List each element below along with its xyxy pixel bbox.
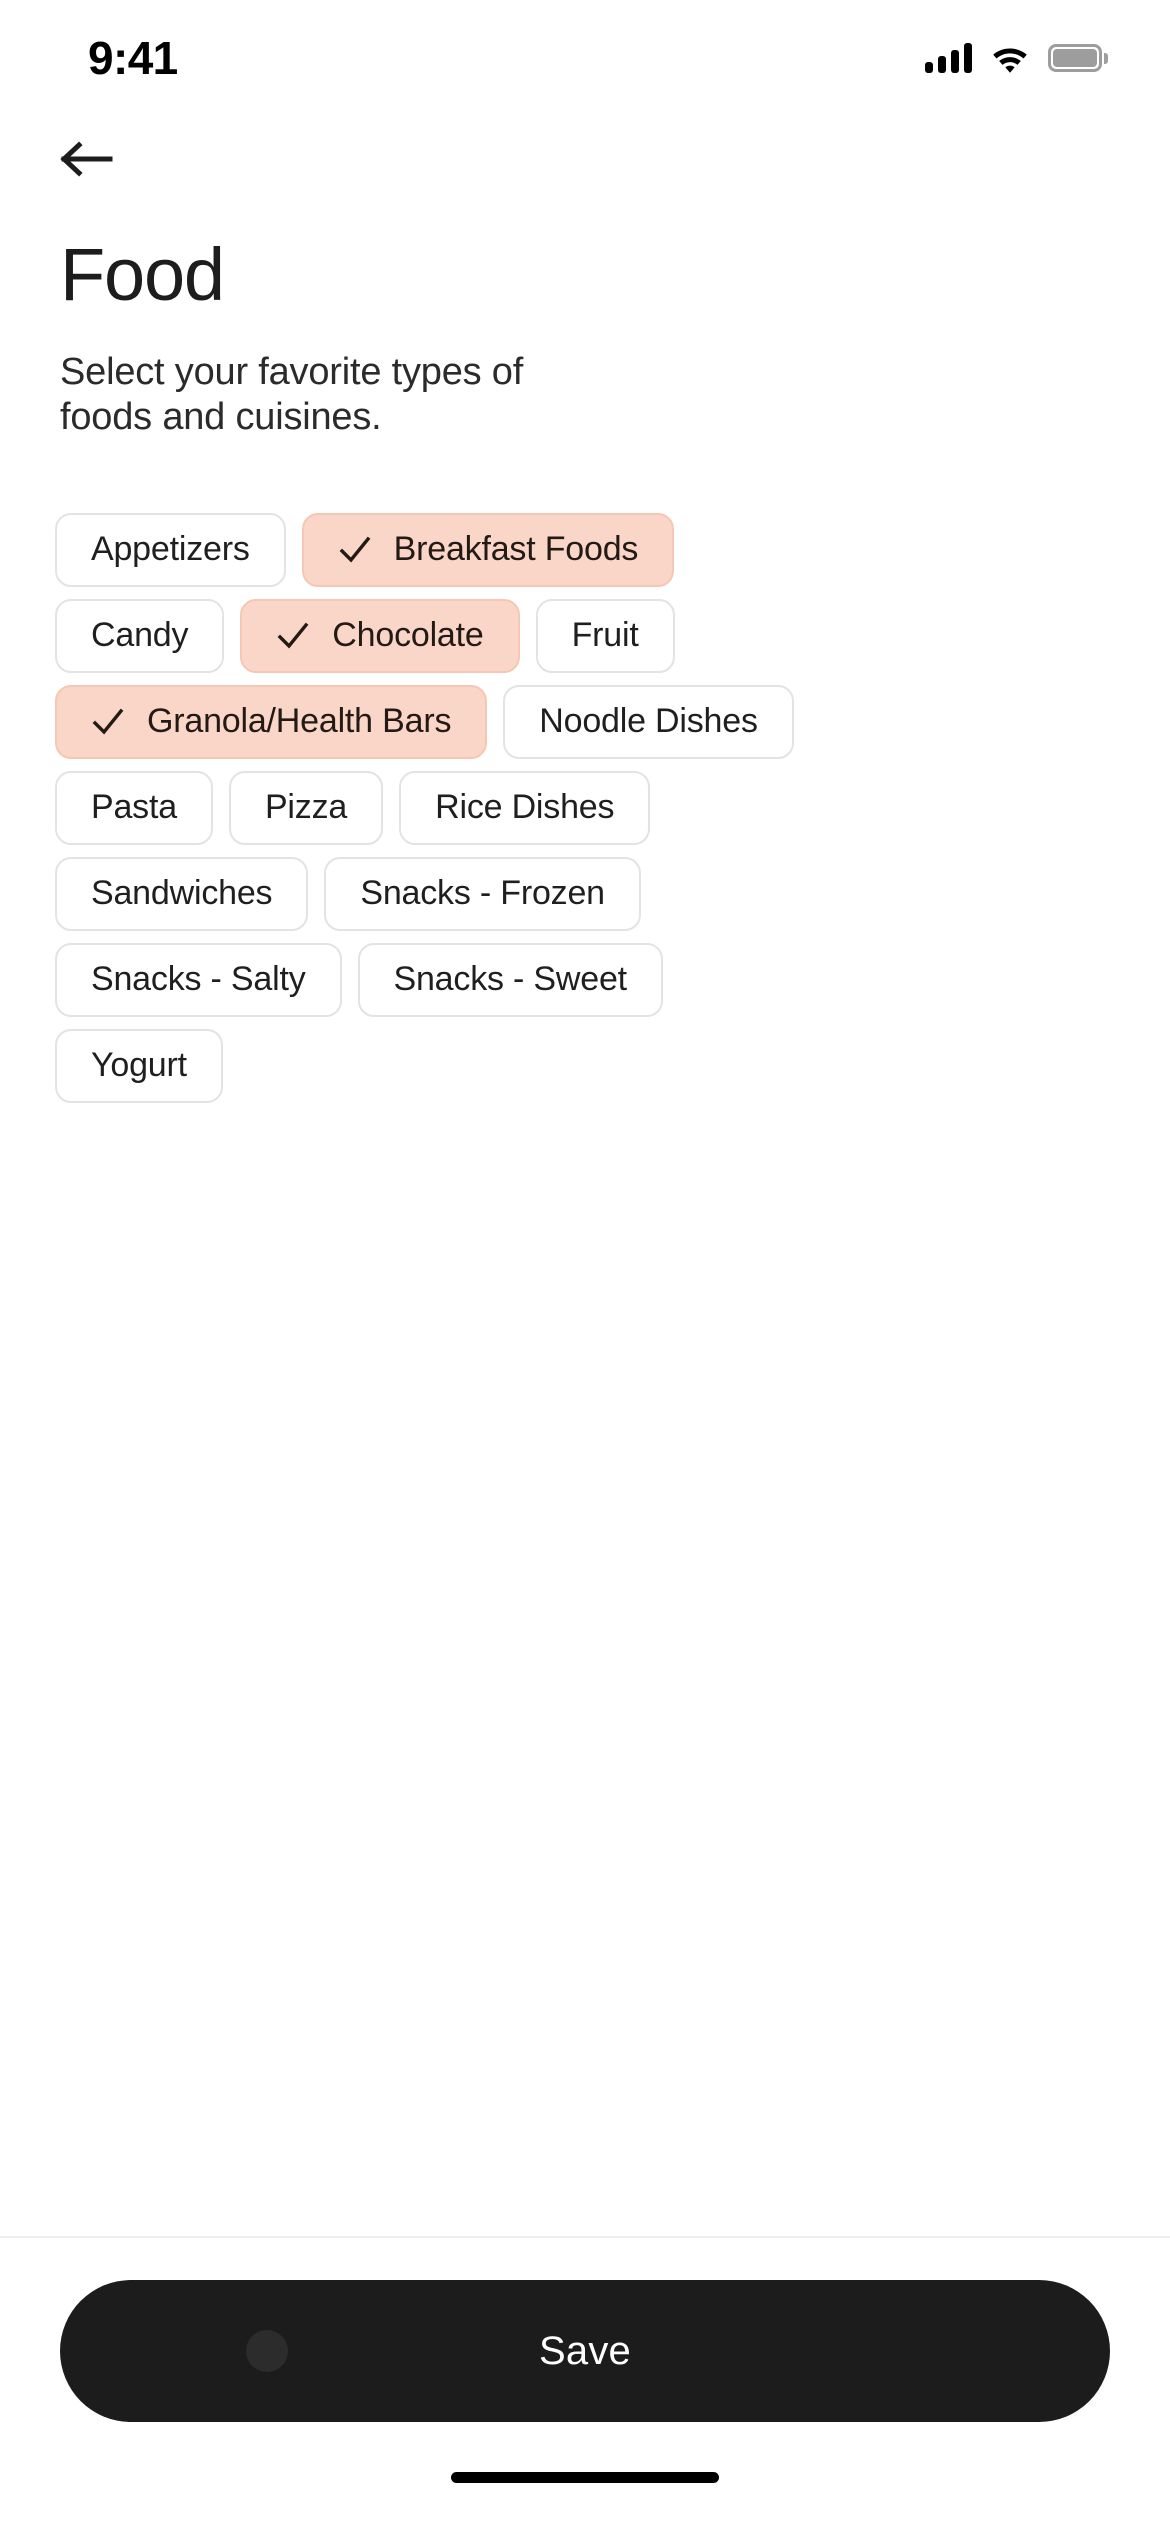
navigation-bar (0, 110, 1170, 210)
chip-row: Appetizers Breakfast Foods (55, 512, 1115, 587)
chip-pasta[interactable]: Pasta (55, 770, 213, 845)
chip-row: Yogurt (55, 1028, 1115, 1103)
chip-noodle-dishes[interactable]: Noodle Dishes (503, 684, 794, 759)
check-icon (91, 705, 125, 739)
cellular-signal-icon (925, 43, 972, 73)
chip-label: Snacks - Frozen (360, 874, 605, 913)
home-indicator[interactable] (451, 2471, 719, 2483)
chip-rice-dishes[interactable]: Rice Dishes (399, 770, 651, 845)
chip-granola-health-bars[interactable]: Granola/Health Bars (55, 684, 488, 759)
chip-label: Pizza (264, 788, 348, 827)
chip-snacks-salty[interactable]: Snacks - Salty (55, 942, 342, 1017)
wifi-icon (990, 43, 1030, 73)
chip-label: Snacks - Sweet (393, 960, 628, 999)
page-subtitle: Select your favorite types of foods and … (60, 350, 524, 439)
back-arrow-icon (60, 139, 114, 182)
chip-label: Candy (91, 616, 189, 655)
check-icon (338, 533, 372, 567)
chip-row: Snacks - Salty Snacks - Sweet (55, 942, 1115, 1017)
chip-row: Candy Chocolate Fruit (55, 598, 1115, 673)
chip-label: Breakfast Foods (393, 530, 639, 569)
status-bar-time: 9:41 (88, 32, 178, 84)
chip-snacks-sweet[interactable]: Snacks - Sweet (357, 942, 663, 1017)
page-header: Food Select your favorite types of foods… (0, 210, 1170, 441)
chip-label: Sandwiches (91, 874, 273, 913)
chip-label: Rice Dishes (435, 788, 615, 827)
chip-snacks-frozen[interactable]: Snacks - Frozen (324, 856, 641, 931)
chip-row: Sandwiches Snacks - Frozen (55, 856, 1115, 931)
save-button-label: Save (539, 2328, 631, 2373)
chip-pizza[interactable]: Pizza (228, 770, 384, 845)
chip-fruit[interactable]: Fruit (535, 598, 675, 673)
chip-sandwiches[interactable]: Sandwiches (55, 856, 309, 931)
chip-label: Fruit (571, 616, 639, 655)
back-button[interactable] (60, 124, 132, 196)
chip-label: Yogurt (91, 1046, 187, 1085)
status-bar-icons (925, 43, 1108, 73)
food-category-chip-group: Appetizers Breakfast Foods Candy Chocolate F… (0, 441, 1170, 2236)
chip-label: Granola/Health Bars (147, 702, 452, 741)
save-button-ripple (246, 2330, 288, 2372)
chip-row: Granola/Health Bars Noodle Dishes (55, 684, 1115, 759)
chip-appetizers[interactable]: Appetizers (55, 512, 286, 587)
chip-breakfast-foods[interactable]: Breakfast Foods (301, 512, 675, 587)
check-icon (276, 619, 310, 653)
footer-bar: Save (0, 2236, 1170, 2422)
chip-label: Snacks - Salty (91, 960, 306, 999)
chip-yogurt[interactable]: Yogurt (55, 1028, 223, 1103)
chip-chocolate[interactable]: Chocolate (240, 598, 520, 673)
chip-label: Pasta (91, 788, 177, 827)
chip-label: Chocolate (332, 616, 484, 655)
page-title: Food (60, 233, 225, 316)
home-indicator-area (0, 2422, 1170, 2532)
app-screen: 9:41 Food Select your favorite types of … (0, 0, 1170, 2532)
chip-candy[interactable]: Candy (55, 598, 225, 673)
battery-full-icon (1048, 44, 1108, 72)
chip-label: Appetizers (91, 530, 250, 569)
chip-label: Noodle Dishes (539, 702, 758, 741)
chip-row: Pasta Pizza Rice Dishes (55, 770, 1115, 845)
status-bar: 9:41 (0, 0, 1170, 110)
save-button[interactable]: Save (60, 2280, 1110, 2422)
